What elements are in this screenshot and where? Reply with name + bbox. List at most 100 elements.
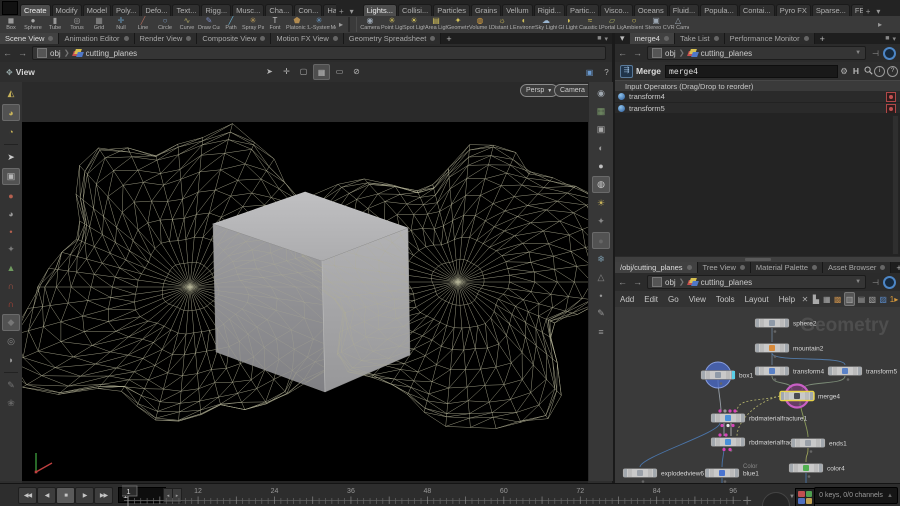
circle-tool[interactable]: ◎ (3, 334, 19, 349)
menu-layout[interactable]: Layout (740, 295, 774, 304)
options-slider-icon[interactable]: ≡ (593, 324, 609, 339)
shelf-tab-particles[interactable]: Particles (433, 4, 470, 16)
keys-status[interactable]: 0 keys, 0/0 channels ▲ (814, 487, 898, 504)
select-tool[interactable]: ➤ (3, 150, 19, 165)
new-tab-button[interactable]: + (815, 33, 830, 44)
rotate-tool[interactable]: ◕ (3, 206, 19, 221)
new-tab-button[interactable]: + (441, 33, 456, 44)
node-merge4[interactable]: merge4 (779, 383, 840, 409)
node-explodedview6[interactable]: explodedview6 (622, 468, 704, 483)
pane-maximize-icon[interactable]: ■ (885, 35, 889, 42)
tool-path[interactable]: ╱ Path (220, 16, 242, 33)
shelf-add-tab-button[interactable]: + (336, 7, 347, 16)
secure-selection[interactable]: ◔ (3, 124, 19, 139)
breadcrumb-node[interactable]: cutting_planes (701, 278, 753, 287)
wireframe-icon[interactable]: ❄ (593, 252, 609, 267)
select-objects[interactable]: ◕ (2, 104, 20, 121)
tool-font[interactable]: T Font (264, 16, 286, 33)
path-dropdown-icon[interactable]: ▼ (855, 50, 861, 56)
view-options-icon[interactable]: ◐ (593, 140, 609, 155)
shade-mode-icon[interactable]: ● (592, 232, 610, 249)
tool-sphere[interactable]: ● Sphere (22, 16, 44, 33)
view-volume[interactable]: ◭ (3, 86, 19, 101)
node-box1[interactable]: box1 (700, 361, 753, 389)
shelf-menu-icon[interactable] (2, 1, 18, 15)
disable-icon[interactable]: ⊘ (349, 64, 364, 78)
pen-tool[interactable]: ✎ (3, 378, 19, 393)
lock-camera-icon[interactable]: ▣ (593, 122, 609, 137)
node-mountain2[interactable]: mountain2 (754, 343, 824, 358)
tool-tube[interactable]: ▮ Tube (44, 16, 66, 33)
gear-icon[interactable]: ⚙ (838, 66, 850, 77)
tool-ambient-light[interactable]: ○Ambient Light (623, 16, 645, 33)
close-tab-icon[interactable] (663, 36, 669, 41)
close-tab-icon[interactable] (739, 265, 745, 270)
menu-edit[interactable]: Edit (639, 295, 663, 304)
close-tab-icon[interactable] (186, 36, 192, 41)
node-name-field[interactable] (665, 64, 838, 78)
tool-portal-light[interactable]: ▱Portal Light (601, 16, 623, 33)
net-quickmark-icon[interactable]: 1▸ (889, 293, 899, 305)
tab-render-view[interactable]: Render View (134, 33, 198, 44)
shelf-tab-model[interactable]: Model (82, 4, 112, 16)
tool-line[interactable]: ╱ Line (132, 16, 154, 33)
net-tools-icon[interactable]: ✕ (800, 293, 810, 305)
params-scrollbar[interactable] (892, 115, 899, 255)
shelf2-add-tab-button[interactable]: + (863, 7, 874, 16)
shelf-tab-sparse-[interactable]: Sparse... (811, 4, 850, 16)
scale-tool[interactable]: • (3, 224, 19, 239)
snapshot-icon[interactable]: ▦ (593, 104, 609, 119)
lighting-mode-icon[interactable]: ◍ (592, 176, 610, 193)
tool-box[interactable]: ◼ Box (0, 16, 22, 33)
shelf-tab-rigg-[interactable]: Rigg... (201, 4, 232, 16)
tab-performance-monitor[interactable]: Performance Monitor (724, 33, 815, 44)
close-tab-icon[interactable] (880, 265, 886, 270)
menu-help[interactable]: Help (774, 295, 800, 304)
close-tab-icon[interactable] (332, 36, 338, 41)
shelf-tab-rigid-[interactable]: Rigid... (533, 4, 565, 16)
net-pin-icon[interactable]: ⊣ (872, 278, 879, 287)
play-button[interactable]: ▶ (75, 487, 94, 504)
flower-tool[interactable]: ❀ (3, 396, 19, 411)
select-arrow-icon[interactable]: ➤ (262, 64, 277, 78)
shelf-tab-menu-icon[interactable]: ▾ (347, 7, 357, 16)
jump-end-button[interactable]: ▶▶ (94, 487, 113, 504)
shelf-tab-poly-[interactable]: Poly... (112, 4, 141, 16)
back-icon[interactable]: ← (0, 48, 15, 58)
clip-icon[interactable]: H (850, 66, 862, 76)
close-tab-icon[interactable] (713, 36, 719, 41)
tab-merge4[interactable]: merge4 (629, 33, 675, 44)
menu-tools[interactable]: Tools (711, 295, 740, 304)
snap-magnet-strong[interactable]: ∩ (3, 296, 19, 311)
link-radio-icon[interactable] (883, 46, 896, 60)
tool-draw-curve[interactable]: ✎Draw Curve (198, 16, 220, 33)
tool-curve[interactable]: ∿ Curve (176, 16, 198, 33)
breadcrumb-node[interactable]: cutting_planes (701, 49, 753, 58)
net-link-radio-icon[interactable] (883, 275, 896, 289)
net-forward-icon[interactable]: → (630, 277, 645, 287)
tab-composite-view[interactable]: Composite View (197, 33, 272, 44)
eye-icon[interactable]: ◉ (593, 86, 609, 101)
box-select-icon[interactable]: ▭ (332, 64, 347, 78)
params-forward-icon[interactable]: → (630, 48, 645, 58)
tool-stereo-camera[interactable]: ▣Stereo Camera (645, 16, 667, 33)
shelf-tab-hai-[interactable]: Hai... (323, 4, 336, 16)
shelf-tab-vellum[interactable]: Vellum (502, 4, 533, 16)
remove-input-button[interactable] (886, 91, 896, 102)
menu-add[interactable]: Add (615, 295, 639, 304)
tab--obj-cutting-planes[interactable]: /obj/cutting_planes (615, 262, 698, 273)
node-ends1[interactable]: ends1 (790, 438, 847, 453)
joint-tool[interactable]: ▲ (3, 260, 19, 275)
breadcrumb-context[interactable]: obj (50, 49, 61, 58)
translate-handle-icon[interactable]: ✛ (279, 64, 294, 78)
pane-options-icon[interactable]: ▾ (892, 35, 896, 43)
tool-gi-light[interactable]: ◑ GI Light (557, 16, 579, 33)
path-dropdown-icon[interactable]: ▼ (855, 279, 861, 285)
input-operator-row[interactable]: transform4 (615, 91, 900, 103)
close-tab-icon[interactable] (803, 36, 809, 41)
hq-light-icon[interactable]: ☀ (593, 196, 609, 211)
tab-asset-browser[interactable]: Asset Browser (823, 262, 892, 273)
params-back-icon[interactable]: ← (615, 48, 630, 58)
play-reverse-button[interactable]: ◀ (37, 487, 56, 504)
close-tab-icon[interactable] (430, 36, 436, 41)
